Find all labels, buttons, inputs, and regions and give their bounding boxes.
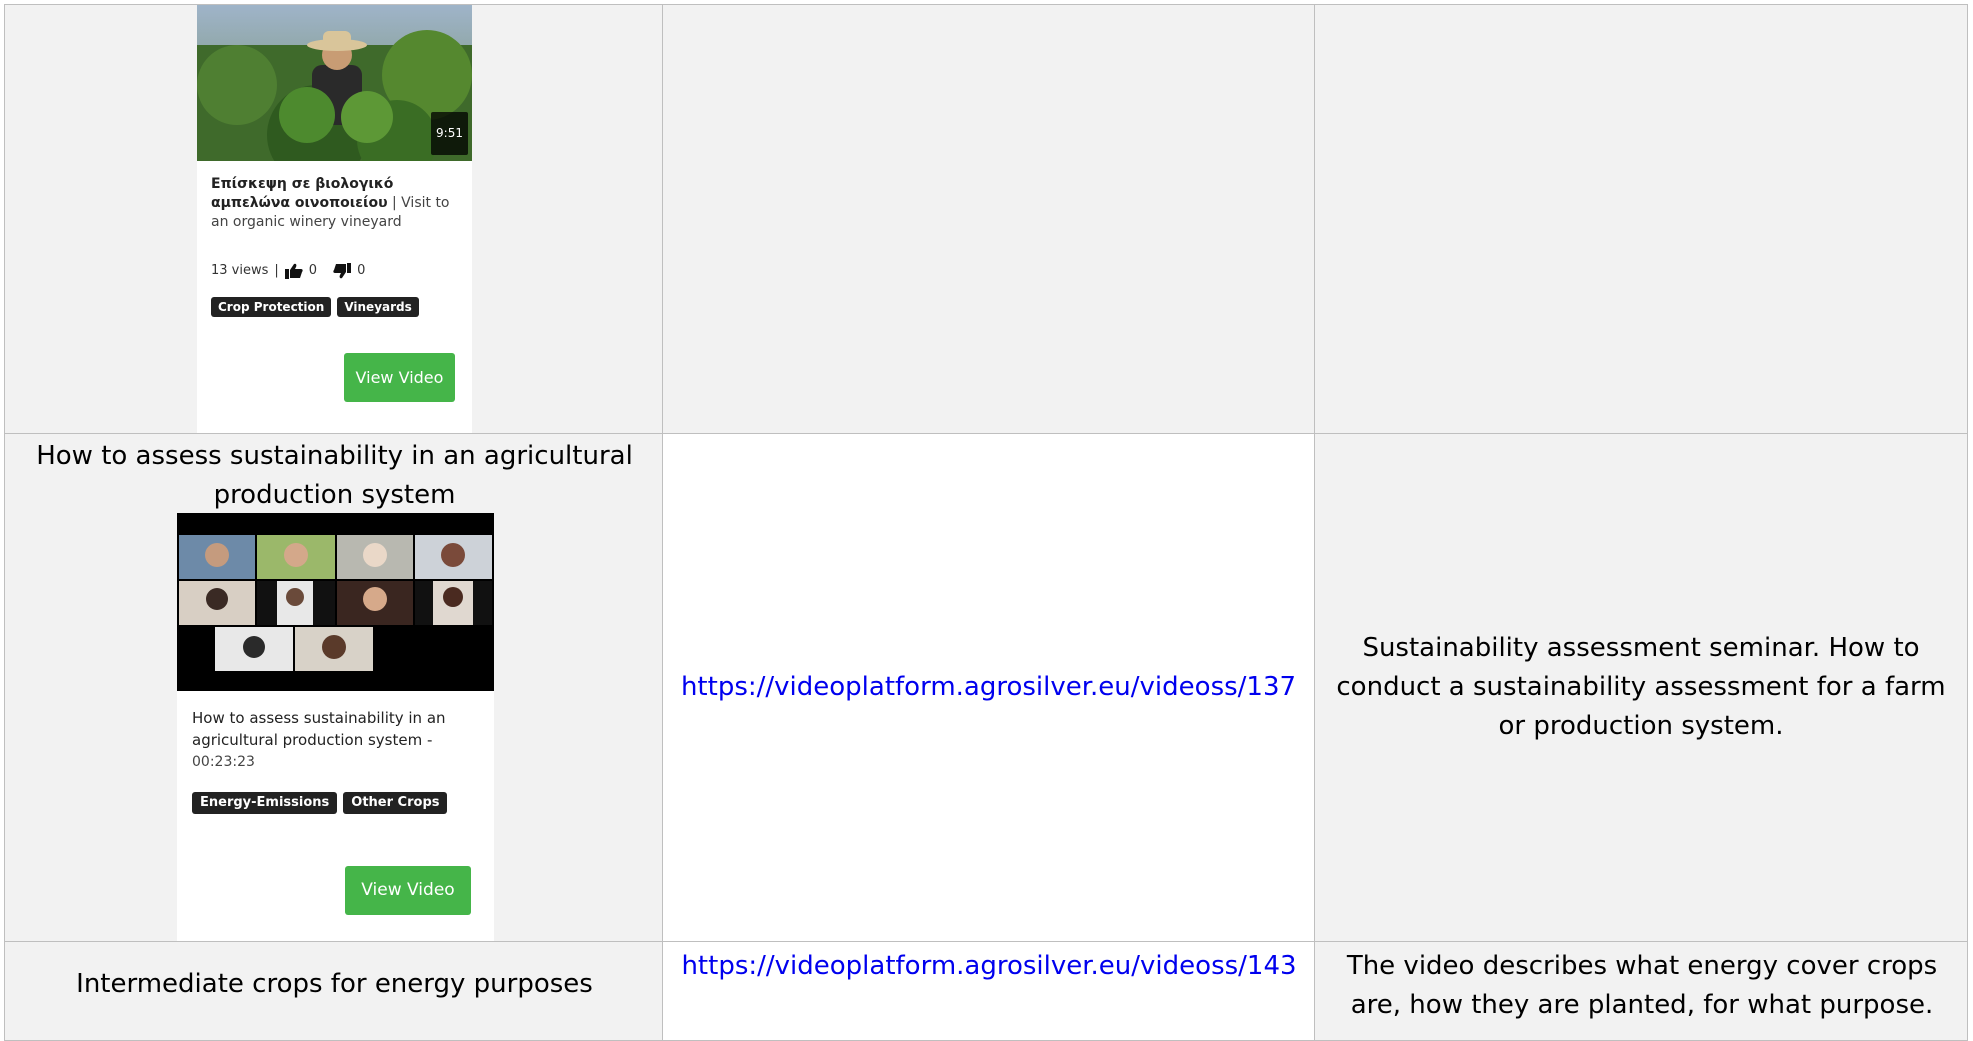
tag-other-crops[interactable]: Other Crops <box>343 792 448 814</box>
video-time: 00:23:23 <box>192 754 255 770</box>
row3-description-cell: The video describes what energy cover cr… <box>1314 941 1968 1041</box>
video-tags: Crop Protection Vineyards <box>211 297 419 317</box>
video-card-title: Επίσκεψη σε βιολογικό αμπελώνα οινοποιεί… <box>211 175 451 232</box>
row3-description: The video describes what energy cover cr… <box>1346 951 1938 1020</box>
row3-video-link[interactable]: https://videoplatform.agrosilver.eu/vide… <box>679 947 1299 986</box>
tag-energy-emissions[interactable]: Energy-Emissions <box>192 792 338 814</box>
view-video-button[interactable]: View Video <box>345 866 471 915</box>
row2-url-cell: https://videoplatform.agrosilver.eu/vide… <box>662 433 1315 942</box>
thumbs-up-icon[interactable] <box>284 263 303 279</box>
like-count: 0 <box>308 263 318 278</box>
row3-title: Intermediate crops for energy purposes <box>76 969 593 999</box>
thumbs-down-icon[interactable] <box>333 262 352 279</box>
video-stats: 13 views | 0 0 <box>211 251 365 290</box>
video-duration: 9:51 <box>431 112 468 155</box>
row1-description-cell <box>1314 4 1968 434</box>
video-card-vineyard: 9:51 Επίσκεψη σε βιολογικό αμπελώνα οινο… <box>197 5 472 435</box>
row2-title-cell: How to assess sustainability in an agric… <box>4 433 663 943</box>
video-thumbnail[interactable]: 9:51 <box>197 5 472 161</box>
row1-url-cell <box>662 4 1315 434</box>
row3-title-cell: Intermediate crops for energy purposes <box>4 941 663 1041</box>
video-tags: Energy-Emissions Other Crops <box>192 792 448 814</box>
row2-description-cell: Sustainability assessment seminar. How t… <box>1314 433 1968 942</box>
view-video-button[interactable]: View Video <box>344 353 455 402</box>
tag-vineyards[interactable]: Vineyards <box>337 297 419 317</box>
tag-crop-protection[interactable]: Crop Protection <box>211 297 332 317</box>
video-card-title-text: How to assess sustainability in an agric… <box>192 709 446 749</box>
row2-title: How to assess sustainability in an agric… <box>36 441 633 510</box>
video-card-sustainability: How to assess sustainability in an agric… <box>177 513 494 943</box>
video-card-title-bold: Επίσκεψη σε βιολογικό αμπελώνα οινοποιεί… <box>211 176 394 211</box>
row1-title-cell: 9:51 Επίσκεψη σε βιολογικό αμπελώνα οινο… <box>4 4 663 435</box>
dislike-count: 0 <box>357 263 366 278</box>
video-thumbnail[interactable] <box>177 513 494 691</box>
row2-video-link[interactable]: https://videoplatform.agrosilver.eu/vide… <box>679 668 1299 707</box>
row2-description: Sustainability assessment seminar. How t… <box>1336 633 1946 741</box>
row3-url-cell: https://videoplatform.agrosilver.eu/vide… <box>662 941 1315 1041</box>
video-card-title: How to assess sustainability in an agric… <box>192 707 467 773</box>
view-count: 13 views <box>211 263 269 278</box>
